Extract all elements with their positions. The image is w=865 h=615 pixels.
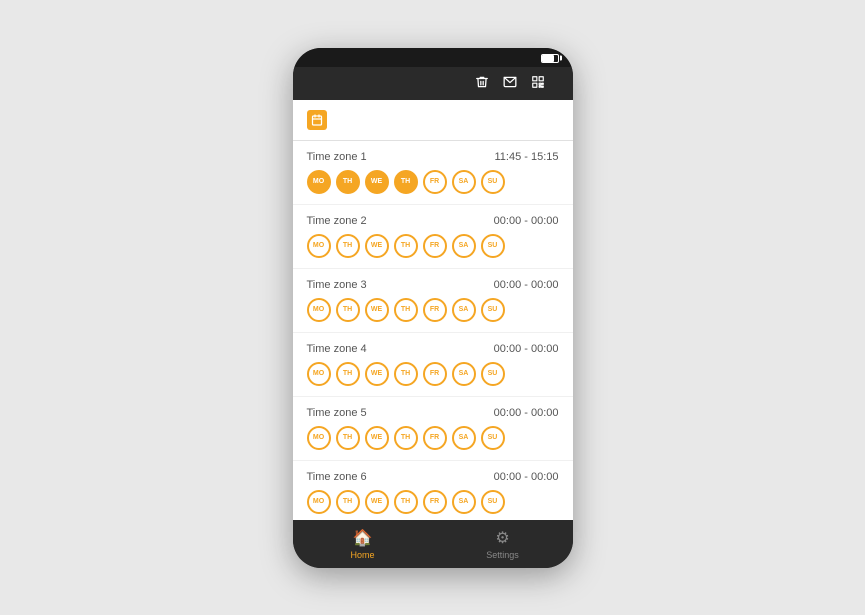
zone-time: 00:00 - 00:00 [494,471,559,483]
day-circle[interactable]: SU [481,234,505,258]
day-circle[interactable]: SU [481,362,505,386]
day-circle[interactable]: WE [365,234,389,258]
day-circle[interactable]: WE [365,490,389,514]
days-row: MOTHWETHFRSASU [307,362,559,386]
day-circle[interactable]: TH [336,490,360,514]
nav-icon-settings: ⚙ [495,528,509,548]
day-circle[interactable]: MO [307,170,331,194]
phone-frame: Time zone 111:45 - 15:15MOTHWETHFRSASUTi… [293,48,573,568]
day-circle[interactable]: TH [394,298,418,322]
day-circle[interactable]: MO [307,298,331,322]
day-circle[interactable]: SA [452,362,476,386]
day-circle[interactable]: MO [307,362,331,386]
day-circle[interactable]: TH [394,234,418,258]
zone-label: Time zone 6 [307,471,367,483]
days-row: MOTHWETHFRSASU [307,234,559,258]
time-zone-block: Time zone 111:45 - 15:15MOTHWETHFRSASU [293,141,573,205]
day-circle[interactable]: TH [336,170,360,194]
time-zone-block: Time zone 300:00 - 00:00MOTHWETHFRSASU [293,269,573,333]
day-circle[interactable]: MO [307,490,331,514]
day-circle[interactable]: FR [423,298,447,322]
day-circle[interactable]: FR [423,426,447,450]
toolbar [293,67,573,100]
time-zone-block: Time zone 400:00 - 00:00MOTHWETHFRSASU [293,333,573,397]
day-circle[interactable]: FR [423,170,447,194]
day-circle[interactable]: TH [394,426,418,450]
day-circle[interactable]: SA [452,490,476,514]
time-zone-block: Time zone 200:00 - 00:00MOTHWETHFRSASU [293,205,573,269]
day-circle[interactable]: TH [336,362,360,386]
zone-time: 00:00 - 00:00 [494,215,559,227]
zone-label: Time zone 5 [307,407,367,419]
day-circle[interactable]: WE [365,426,389,450]
qr-button[interactable] [531,75,545,92]
day-circle[interactable]: SU [481,490,505,514]
day-circle[interactable]: TH [336,298,360,322]
restrict-header [293,100,573,141]
mail-button[interactable] [503,75,517,92]
zone-label: Time zone 2 [307,215,367,227]
day-circle[interactable]: WE [365,362,389,386]
day-circle[interactable]: TH [394,170,418,194]
time-zone-block: Time zone 600:00 - 00:00MOTHWETHFRSASU [293,461,573,520]
content-area: Time zone 111:45 - 15:15MOTHWETHFRSASUTi… [293,100,573,520]
day-circle[interactable]: WE [365,170,389,194]
zone-time: 11:45 - 15:15 [494,151,558,163]
day-circle[interactable]: SU [481,170,505,194]
day-circle[interactable]: SA [452,426,476,450]
zones-container: Time zone 111:45 - 15:15MOTHWETHFRSASUTi… [293,141,573,520]
days-row: MOTHWETHFRSASU [307,298,559,322]
zone-time: 00:00 - 00:00 [494,343,559,355]
day-circle[interactable]: SA [452,170,476,194]
day-circle[interactable]: SU [481,426,505,450]
day-circle[interactable]: TH [336,426,360,450]
restrict-icon [307,110,327,130]
day-circle[interactable]: WE [365,298,389,322]
zone-time: 00:00 - 00:00 [494,407,559,419]
day-circle[interactable]: FR [423,362,447,386]
toolbar-icons [475,75,559,92]
day-circle[interactable]: FR [423,234,447,258]
nav-label-settings: Settings [486,550,519,560]
days-row: MOTHWETHFRSASU [307,170,559,194]
bottom-nav: 🏠 Home ⚙ Settings [293,520,573,568]
day-circle[interactable]: SA [452,298,476,322]
day-circle[interactable]: TH [336,234,360,258]
day-circle[interactable]: MO [307,426,331,450]
time-zone-block: Time zone 500:00 - 00:00MOTHWETHFRSASU [293,397,573,461]
zone-time: 00:00 - 00:00 [494,279,559,291]
nav-icon-home: 🏠 [353,528,373,548]
nav-item-settings[interactable]: ⚙ Settings [433,528,573,560]
nav-item-home[interactable]: 🏠 Home [293,528,433,560]
status-bar [293,48,573,67]
days-row: MOTHWETHFRSASU [307,490,559,514]
day-circle[interactable]: TH [394,362,418,386]
battery-icon [541,54,559,63]
days-row: MOTHWETHFRSASU [307,426,559,450]
day-circle[interactable]: MO [307,234,331,258]
battery-area [541,54,559,63]
day-circle[interactable]: SA [452,234,476,258]
day-circle[interactable]: TH [394,490,418,514]
zone-label: Time zone 4 [307,343,367,355]
day-circle[interactable]: FR [423,490,447,514]
nav-label-home: Home [350,550,374,560]
zone-label: Time zone 3 [307,279,367,291]
delete-button[interactable] [475,75,489,92]
day-circle[interactable]: SU [481,298,505,322]
zone-label: Time zone 1 [307,151,367,163]
